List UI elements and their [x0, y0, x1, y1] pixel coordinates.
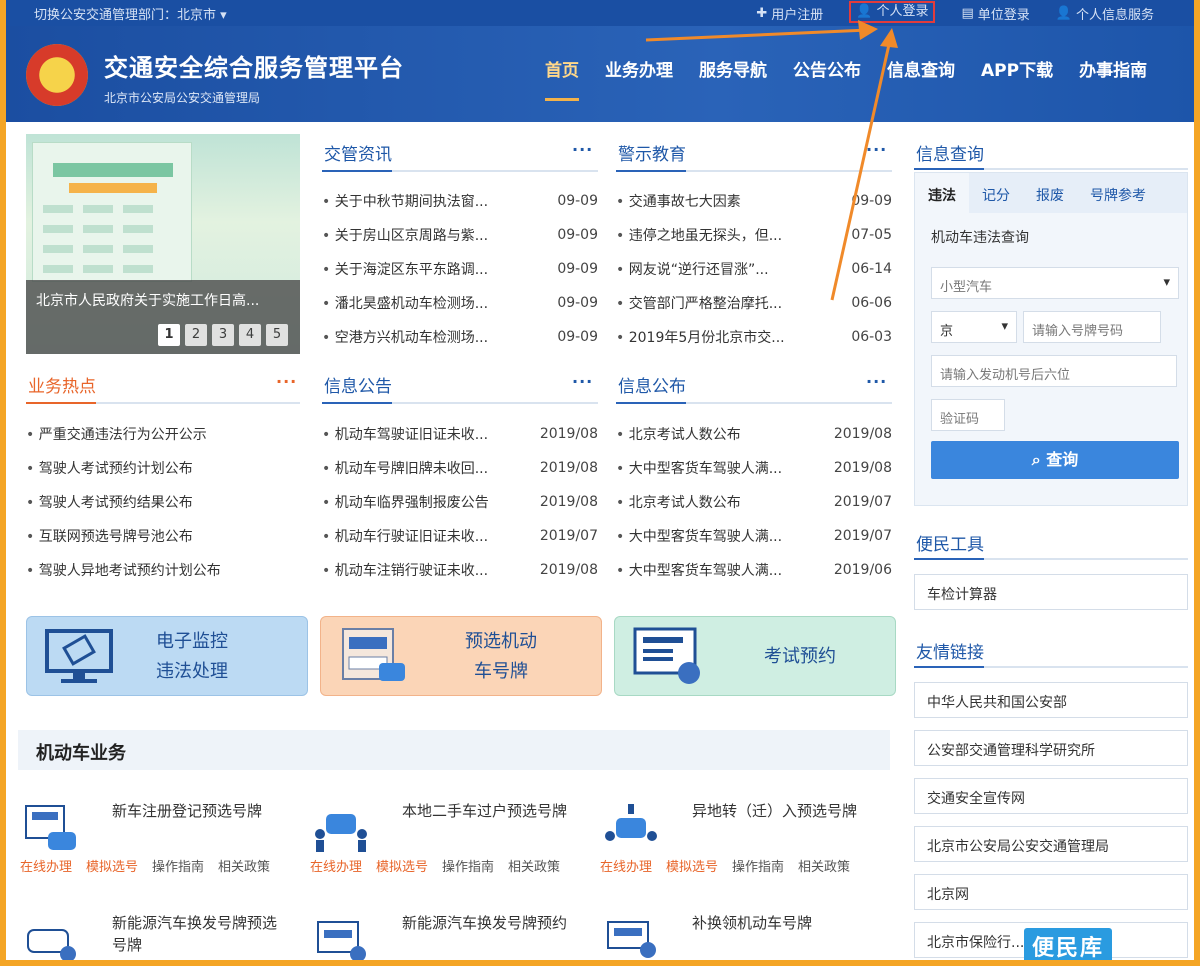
annotation-arrows [645, 20, 898, 301]
arrow-icon [830, 28, 898, 301]
arrow-icon [645, 20, 878, 42]
page-frame: 切换公安交通管理部门：北京市 ▾ ✚ 用户注册 👤 个人登录 ▤ 单位登录 👤 个人信息… [6, 0, 1194, 960]
